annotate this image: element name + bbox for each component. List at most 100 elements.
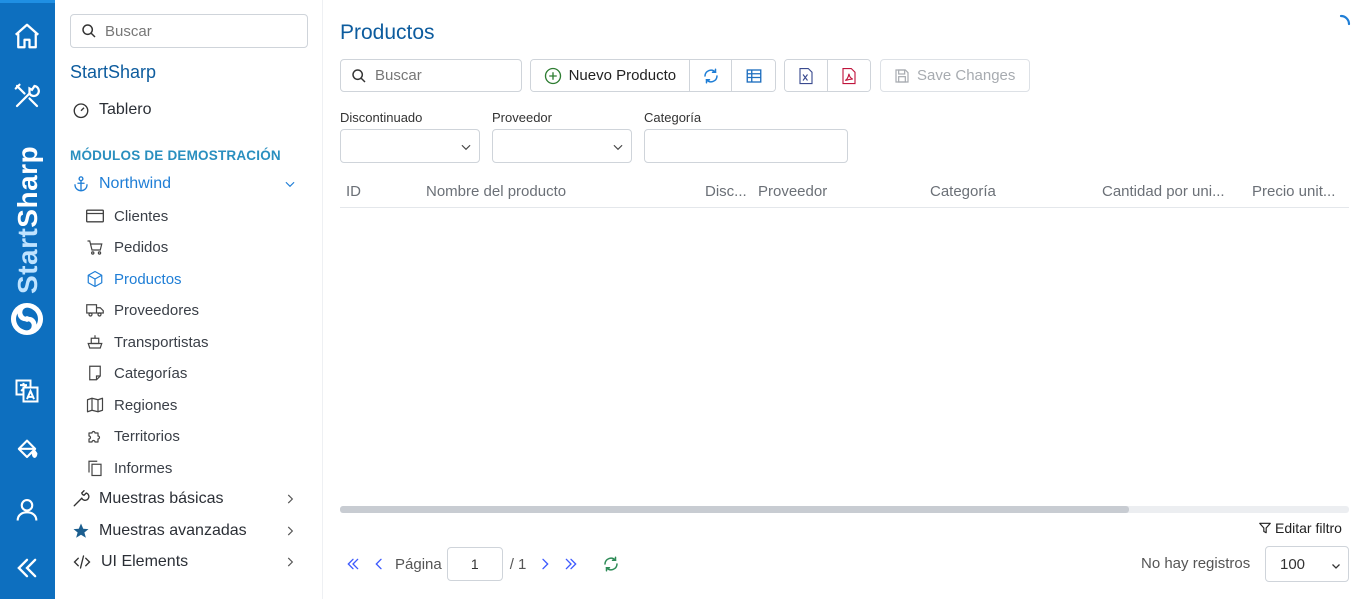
sidebar-item-transportistas[interactable]: Transportistas xyxy=(85,333,208,351)
puzzle-icon xyxy=(88,430,101,443)
first-page-button[interactable] xyxy=(340,549,366,579)
loading-spinner-icon xyxy=(1339,14,1351,26)
home-icon[interactable] xyxy=(10,19,44,53)
wrench-icon xyxy=(73,490,90,507)
excel-icon xyxy=(799,67,813,84)
page-size-select[interactable]: 100 xyxy=(1265,546,1349,582)
grid-search-input[interactable] xyxy=(375,67,515,84)
sidebar-item-label: Territorios xyxy=(114,427,180,445)
grid-header: ID Nombre del producto Disc... Proveedor… xyxy=(340,176,1349,208)
sidebar-item-label: Informes xyxy=(114,459,173,477)
sidebar-item-label: Pedidos xyxy=(114,238,169,256)
sidebar-title[interactable]: StartSharp xyxy=(70,62,156,83)
sidebar-item-label: Productos xyxy=(114,270,182,288)
pager: Página / 1 xyxy=(340,547,624,581)
chevron-down-icon xyxy=(285,181,295,188)
column-header-discontinued[interactable]: Disc... xyxy=(705,183,755,200)
column-header-unit-price[interactable]: Precio unit... xyxy=(1252,183,1342,200)
new-product-label: Nuevo Producto xyxy=(568,67,677,84)
tools-icon[interactable] xyxy=(10,79,44,113)
page-total: / 1 xyxy=(509,555,527,573)
search-icon xyxy=(82,24,96,38)
sidebar-item-label: Clientes xyxy=(114,207,169,225)
sidebar-item-label: Muestras avanzadas xyxy=(99,522,247,539)
sidebar-item-categorias[interactable]: Categorías xyxy=(85,364,187,382)
chevron-down-icon xyxy=(613,144,623,151)
refresh-button[interactable] xyxy=(689,60,733,91)
category-filter-input[interactable] xyxy=(644,129,848,163)
sidebar-item-northwind[interactable]: Northwind xyxy=(72,175,307,193)
save-changes-button[interactable]: Save Changes xyxy=(880,59,1030,92)
column-header-category[interactable]: Categoría xyxy=(930,183,1090,200)
edit-filter-link[interactable]: Editar filtro xyxy=(1258,520,1342,536)
sidebar-item-label: UI Elements xyxy=(101,553,189,570)
column-header-product-name[interactable]: Nombre del producto xyxy=(426,183,686,200)
reload-button[interactable] xyxy=(598,549,624,579)
sidebar-item-territorios[interactable]: Territorios xyxy=(85,427,180,445)
brand-part1: Start xyxy=(12,227,43,294)
user-icon[interactable] xyxy=(10,493,44,527)
scrollbar-thumb[interactable] xyxy=(340,506,1129,513)
double-chevron-right-icon xyxy=(566,558,578,570)
no-records-text: No hay registros xyxy=(1141,555,1251,572)
column-header-supplier[interactable]: Proveedor xyxy=(758,183,918,200)
sidebar-item-informes[interactable]: Informes xyxy=(85,459,172,477)
horizontal-scrollbar[interactable] xyxy=(340,506,1349,513)
sidebar-item-productos[interactable]: Productos xyxy=(85,270,182,288)
sidebar-item-proveedores[interactable]: Proveedores xyxy=(85,301,199,319)
sidebar-item-label: Muestras básicas xyxy=(99,490,224,507)
note-icon xyxy=(89,365,101,381)
code-icon xyxy=(73,555,91,569)
page-size-value: 100 xyxy=(1280,555,1306,573)
ship-icon xyxy=(87,335,103,349)
toolbar-group-main: Nuevo Producto xyxy=(530,59,776,92)
sidebar-item-basic-samples[interactable]: Muestras básicas xyxy=(72,490,307,508)
next-page-button[interactable] xyxy=(532,549,558,579)
filter-label-discontinued: Discontinuado xyxy=(340,110,423,125)
chevron-right-icon xyxy=(287,494,294,504)
save-changes-label: Save Changes xyxy=(917,67,1016,84)
collapse-icon[interactable] xyxy=(10,551,44,585)
export-pdf-button[interactable] xyxy=(827,60,870,91)
sidebar-item-pedidos[interactable]: Pedidos xyxy=(85,238,168,256)
sidebar-search[interactable] xyxy=(70,14,308,48)
sidebar-item-label: Categorías xyxy=(114,364,188,382)
sidebar-item-dashboard[interactable]: Tablero xyxy=(72,101,151,119)
box-icon xyxy=(87,270,103,288)
sidebar-item-regiones[interactable]: Regiones xyxy=(85,396,177,414)
new-product-button[interactable]: Nuevo Producto xyxy=(531,60,690,91)
export-excel-button[interactable] xyxy=(785,60,828,91)
plus-circle-icon xyxy=(544,67,561,84)
refresh-icon xyxy=(703,68,718,83)
save-icon xyxy=(895,68,909,83)
edit-filter-label: Editar filtro xyxy=(1275,520,1342,536)
truck-icon xyxy=(86,304,104,317)
chevron-down-icon xyxy=(1332,564,1340,569)
cart-icon xyxy=(87,240,103,255)
anchor-icon xyxy=(74,176,88,192)
map-icon xyxy=(86,397,104,413)
prev-page-button[interactable] xyxy=(366,549,392,579)
search-icon xyxy=(352,68,366,83)
sidebar-item-clientes[interactable]: Clientes xyxy=(85,207,168,225)
chevron-left-icon xyxy=(375,558,382,570)
chevron-right-icon xyxy=(287,526,294,536)
sidebar-search-input[interactable] xyxy=(105,22,295,40)
sidebar-item-label: Regiones xyxy=(114,396,178,414)
column-picker-button[interactable] xyxy=(732,60,775,91)
pdf-icon xyxy=(842,67,856,84)
paint-bucket-icon[interactable] xyxy=(10,433,44,467)
column-header-quantity-per-unit[interactable]: Cantidad por uni... xyxy=(1102,183,1242,200)
grid-search[interactable] xyxy=(340,59,522,92)
copy-icon xyxy=(88,460,102,477)
discontinued-select[interactable] xyxy=(340,129,480,163)
table-icon xyxy=(746,68,762,83)
sidebar-item-advanced-samples[interactable]: Muestras avanzadas xyxy=(72,522,307,540)
sidebar-item-ui-elements[interactable]: UI Elements xyxy=(72,553,307,571)
page-number-input[interactable] xyxy=(446,547,503,581)
translate-icon[interactable] xyxy=(10,374,44,408)
column-header-id[interactable]: ID xyxy=(346,183,406,200)
supplier-select[interactable] xyxy=(492,129,632,163)
last-page-button[interactable] xyxy=(558,549,584,579)
logo-icon xyxy=(10,302,44,336)
